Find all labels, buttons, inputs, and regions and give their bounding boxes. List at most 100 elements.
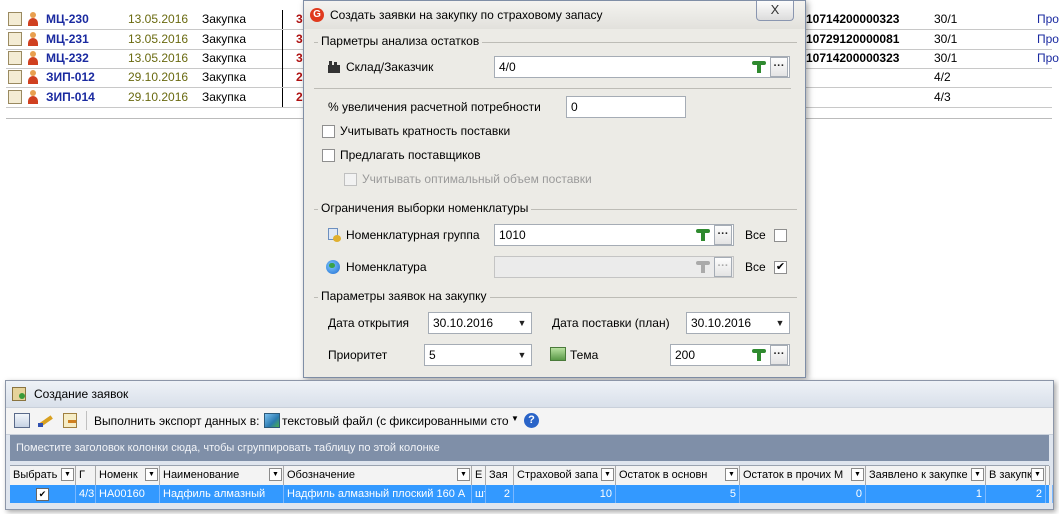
dialog-title: Создать заявки на закупку по страховому … (330, 8, 603, 22)
export-icon[interactable] (63, 413, 77, 428)
row-code2: 4/2 (934, 70, 951, 84)
filter-dropdown-icon: ▼ (269, 468, 282, 481)
row-type: Закупка (202, 70, 246, 84)
app-logo-icon: G (310, 8, 324, 22)
export-format-select[interactable]: текстовый файл (с фиксированными сто (282, 414, 512, 428)
filter-dropdown-icon: ▼ (971, 468, 984, 481)
all-groups-label: Все (745, 228, 766, 242)
increase-value: 0 (571, 100, 578, 114)
row-code[interactable]: МЦ-232 (46, 49, 120, 68)
column-header[interactable]: Обозначение ▼ (284, 466, 472, 485)
row-number: 10714200000323 (806, 12, 900, 26)
topic-select-button[interactable]: ··· (770, 345, 788, 365)
user-icon (26, 51, 40, 65)
all-items-checkbox[interactable]: ✔ (774, 261, 787, 274)
row-code2: 30/1 (934, 51, 958, 65)
column-header[interactable]: Страховой запа ▼ (514, 466, 616, 485)
warehouse-field[interactable]: 4/0 (494, 56, 790, 78)
optimal-volume-checkbox[interactable] (344, 173, 357, 186)
select-checkbox[interactable]: ✔ (36, 488, 49, 501)
row-code[interactable]: МЦ-231 (46, 30, 120, 49)
help-icon[interactable]: ? (524, 413, 539, 428)
edit-icon[interactable] (38, 413, 54, 428)
row-code[interactable]: ЗИП-014 (46, 88, 120, 107)
filter-icon (696, 260, 710, 274)
panel-titlebar[interactable]: Создание заявок (6, 381, 1053, 407)
column-header[interactable]: Номенк ▼ (96, 466, 160, 485)
column-divider (282, 68, 283, 87)
row-link[interactable]: Про (1037, 49, 1059, 68)
suggest-suppliers-checkbox[interactable] (322, 149, 335, 162)
column-header[interactable]: В закупк ▼ (986, 466, 1046, 485)
nomenclature-group-select-button[interactable]: ··· (714, 225, 732, 245)
row-date: 13.05.2016 (128, 32, 189, 46)
print-icon[interactable] (14, 413, 30, 428)
priority-value: 5 (429, 348, 436, 362)
chevron-down-icon[interactable]: ▼ (771, 313, 789, 333)
column-header[interactable]: Наименование ▼ (160, 466, 284, 485)
row-link[interactable] (1037, 88, 1059, 107)
row-number (806, 68, 934, 87)
chevron-down-icon[interactable]: ▼ (513, 313, 531, 333)
row-type: Закупка (202, 12, 246, 26)
column-header[interactable]: Е (472, 466, 486, 485)
filter-icon[interactable] (696, 228, 710, 242)
warehouse-value: 4/0 (499, 60, 516, 74)
export-label: Выполнить экспорт данных в: (94, 414, 260, 428)
dialog-titlebar[interactable]: G Создать заявки на закупку по страховом… (304, 1, 805, 29)
separator (314, 88, 791, 89)
chevron-down-icon[interactable]: ▼ (511, 414, 519, 423)
column-divider (282, 10, 283, 29)
chevron-down-icon[interactable]: ▼ (513, 345, 531, 365)
multiplicity-checkbox[interactable] (322, 125, 335, 138)
table-cell: 4/3 (76, 485, 96, 503)
row-link[interactable]: Про (1037, 10, 1059, 29)
document-icon (8, 12, 22, 26)
create-requests-dialog: G Создать заявки на закупку по страховом… (303, 0, 806, 378)
all-groups-checkbox[interactable] (774, 229, 787, 242)
open-date-label: Дата открытия (328, 316, 410, 330)
user-icon (26, 70, 40, 84)
increase-input[interactable]: 0 (566, 96, 686, 118)
optimal-volume-label: Учитывать оптимальный объем поставки (362, 172, 592, 186)
delivery-date-label: Дата поставки (план) (552, 316, 670, 330)
group-by-area[interactable]: Поместите заголовок колонки сюда, чтобы … (10, 435, 1049, 461)
filter-icon[interactable] (752, 348, 766, 362)
row-code[interactable]: ЗИП-012 (46, 68, 120, 87)
column-header[interactable]: Остаток в основн ▼ (616, 466, 740, 485)
column-header[interactable]: Н (1046, 466, 1050, 485)
row-code[interactable]: МЦ-230 (46, 10, 120, 29)
image-icon (264, 413, 280, 428)
user-icon (26, 90, 40, 104)
row-link[interactable]: Про (1037, 30, 1059, 49)
filter-dropdown-icon: ▼ (725, 468, 738, 481)
column-header[interactable]: Г (76, 466, 96, 485)
column-header[interactable]: Заявлено к закупке ▼ (866, 466, 986, 485)
column-header[interactable]: Зая (486, 466, 514, 485)
select-cell[interactable]: ✔ (10, 485, 76, 503)
row-code2: 4/3 (934, 90, 951, 104)
row-date: 29.10.2016 (128, 70, 189, 84)
table-cell: 5 (616, 485, 740, 503)
column-header[interactable]: Выбрать ▼ (10, 466, 76, 485)
close-button[interactable]: X (756, 1, 794, 21)
nomenclature-select-button[interactable]: ··· (714, 257, 732, 277)
row-code2: 30/1 (934, 32, 958, 46)
document-icon (8, 90, 22, 104)
row-link[interactable] (1037, 68, 1059, 87)
priority-label: Приоритет (328, 348, 388, 362)
panel-icon (12, 387, 26, 401)
section-title: Ограничения выборки номенклатуры (318, 201, 532, 215)
document-icon (8, 70, 22, 84)
table-cell (1046, 485, 1053, 503)
table-row[interactable]: ✔ 4/3 НА00160 Надфиль алмазный Надфиль а… (10, 485, 1053, 503)
multiplicity-label: Учитывать кратность поставки (340, 124, 511, 138)
user-icon (26, 12, 40, 26)
document-icon (8, 51, 22, 65)
filter-icon[interactable] (752, 60, 766, 74)
column-header[interactable]: Остаток в прочих М ▼ (740, 466, 866, 485)
open-date-value: 30.10.2016 (433, 316, 494, 330)
warehouse-select-button[interactable]: ··· (770, 57, 788, 77)
create-requests-panel: Создание заявок Выполнить экспорт данных… (5, 380, 1054, 510)
table-cell: 2 (486, 485, 514, 503)
